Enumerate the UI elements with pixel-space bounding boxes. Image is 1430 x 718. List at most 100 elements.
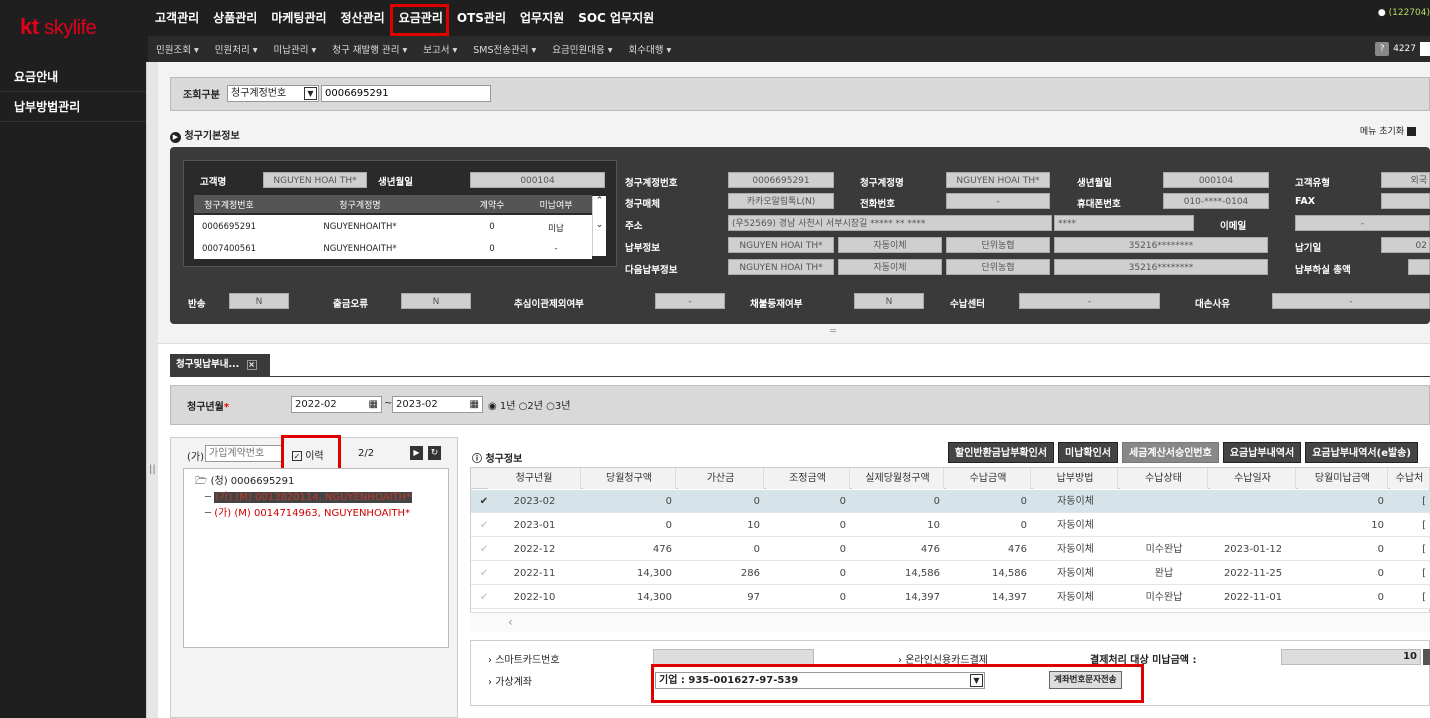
pay-account: 35216******** xyxy=(1054,237,1268,253)
search-type-select[interactable]: 청구계정번호 ▼ xyxy=(227,85,319,102)
calendar-icon[interactable]: ▦ xyxy=(369,397,378,412)
tab-label: 청구및납부내... xyxy=(176,359,240,370)
calendar-icon[interactable]: ▦ xyxy=(470,397,479,412)
refresh-icon[interactable]: ↻ xyxy=(428,446,441,460)
account-table-cell[interactable]: 0 xyxy=(462,222,522,232)
menu-work-support[interactable]: 업무지원 xyxy=(513,0,571,36)
grid-hscrollbar[interactable]: ‹ xyxy=(470,612,1430,632)
pay-target-value: 10 xyxy=(1281,649,1421,665)
collapse-handle-icon[interactable]: ═ xyxy=(830,326,836,337)
radio-1year[interactable]: ◉ 1년 xyxy=(488,401,515,412)
radio-2year[interactable]: ○2년 xyxy=(519,401,543,412)
smartcard-input[interactable] xyxy=(653,649,814,665)
table-cell: 2022-11 xyxy=(513,568,556,579)
sidebar-splitter[interactable]: || xyxy=(146,62,158,718)
menu-ots[interactable]: OTS관리 xyxy=(450,0,513,36)
next-page-icon[interactable]: ▶ xyxy=(410,446,423,460)
table-cell: 0 xyxy=(1020,496,1027,507)
grid-header-cell[interactable]: 납부방법 xyxy=(1033,468,1118,489)
submenu-complaint-process[interactable]: 민원처리 ▾ xyxy=(207,42,266,56)
unpaid-confirm-button[interactable]: 미납확인서 xyxy=(1058,442,1118,463)
user-info[interactable]: ● (122704) xyxy=(1378,8,1430,18)
payment-history-email-button[interactable]: 요금납부내역서(e발송) xyxy=(1305,442,1418,463)
menu-product[interactable]: 상품관리 xyxy=(206,0,264,36)
grid-header-cell[interactable]: 수납상태 xyxy=(1120,468,1208,489)
menu-customer[interactable]: 고객관리 xyxy=(148,0,206,36)
radio-3year[interactable]: ○3년 xyxy=(546,401,570,412)
submenu-sms[interactable]: SMS전송관리 ▾ xyxy=(465,42,544,56)
brand-logo[interactable]: kt skylife xyxy=(20,14,97,40)
menu-reset-checkbox[interactable] xyxy=(1407,127,1416,136)
menu-reset[interactable]: 메뉴 초기화 xyxy=(1360,124,1416,137)
submenu-reissue[interactable]: 청구 재발행 관리 ▾ xyxy=(324,42,415,56)
close-icon[interactable]: × xyxy=(246,360,257,370)
table-cell: 자동이체 xyxy=(1057,496,1094,507)
account-table-cell[interactable]: - xyxy=(526,244,586,254)
user-id: (122704) xyxy=(1388,8,1430,18)
withdraw-err-value: N xyxy=(401,293,471,309)
grid-title: ⓘ 청구정보 xyxy=(472,450,522,465)
grid-header-cell[interactable]: 청구년월 xyxy=(488,468,581,489)
grid-header-cell[interactable]: 조정금액 xyxy=(766,468,850,489)
grid-header-cell[interactable]: 수납일자 xyxy=(1210,468,1296,489)
acct-name-label: 청구계정명 xyxy=(860,178,904,189)
tree-item[interactable]: ─ (가) (M) 0013820114, NGUYENHOAITH* xyxy=(205,488,413,503)
submenu-unpaid[interactable]: 미납관리 ▾ xyxy=(266,42,325,56)
required-mark: * xyxy=(223,402,230,413)
tab-billing-payment[interactable]: 청구및납부내... × xyxy=(170,354,270,376)
submenu-collection[interactable]: 회수대행 ▾ xyxy=(621,42,680,56)
dormant-value: - xyxy=(655,293,725,309)
grid-header-cell[interactable]: 실제당월청구액 xyxy=(852,468,944,489)
grid-header-cell[interactable]: 당월미납금액 xyxy=(1298,468,1388,489)
menu-settlement[interactable]: 정산관리 xyxy=(334,0,392,36)
tree-item[interactable]: ─ (가) (M) 0014714963, NGUYENHOAITH* xyxy=(205,504,410,519)
tax-invoice-button[interactable]: 세금계산서승인번호 xyxy=(1122,442,1219,463)
extra-field[interactable] xyxy=(1420,42,1430,56)
account-table-cell[interactable]: NGUYENHOAITH* xyxy=(300,222,420,232)
help-icon[interactable]: ? xyxy=(1375,42,1390,56)
account-table-cell[interactable]: 0 xyxy=(462,244,522,254)
discount-refund-button[interactable]: 할인반환금납부확인서 xyxy=(948,442,1054,463)
menu-soc-support[interactable]: SOC 업무지원 xyxy=(571,0,661,36)
period-from-input[interactable]: 2022-02 ▦ xyxy=(291,396,382,413)
account-table-cell[interactable]: 미납 xyxy=(526,222,586,234)
search-value-input[interactable] xyxy=(321,85,491,102)
submenu-fee-complaint[interactable]: 요금민원대응 ▾ xyxy=(544,42,620,56)
table-cell: 2023-01-12 xyxy=(1223,544,1283,555)
chevron-up-icon[interactable]: ⌃ xyxy=(593,196,606,206)
highlight-billing-menu xyxy=(390,4,449,36)
grid-buttons: 할인반환금납부확인서 미납확인서 세금계산서승인번호 요금납부내역서 요금납부내… xyxy=(948,442,1418,463)
grid-header-cell[interactable]: 수납처 xyxy=(1390,468,1430,489)
total-label: 납부하실 총액 xyxy=(1295,265,1351,276)
grid-header-cell[interactable]: 수납금액 xyxy=(946,468,1031,489)
contract-number-input[interactable] xyxy=(205,445,282,462)
pay-target-button[interactable] xyxy=(1423,649,1430,665)
payment-history-button[interactable]: 요금납부내역서 xyxy=(1222,442,1302,463)
sidebar-item-fee-info[interactable]: 요금안내 xyxy=(0,62,146,92)
due-label: 납기일 xyxy=(1295,243,1322,254)
next-pay-name: NGUYEN HOAI TH* xyxy=(728,259,834,275)
menu-marketing[interactable]: 마케팅관리 xyxy=(264,0,333,36)
submenu-report[interactable]: 보고서 ▾ xyxy=(415,42,465,56)
chevron-down-icon[interactable]: ⌄ xyxy=(593,220,606,230)
grid-header-cell[interactable]: 가산금 xyxy=(678,468,764,489)
chevron-left-icon[interactable]: ‹ xyxy=(508,615,513,629)
basic-info-title-text: 청구기본정보 xyxy=(184,131,240,142)
return-value: N xyxy=(229,293,289,309)
account-table-cell[interactable]: 0007400561 xyxy=(194,244,264,254)
sidebar-item-payment-method[interactable]: 납부방법관리 xyxy=(0,92,146,122)
addr-value: (우52569) 경남 사천시 서부시장길 ***** ** **** xyxy=(728,215,1052,231)
period-to-input[interactable]: 2023-02 ▦ xyxy=(392,396,483,413)
table-cell: 미수완납 xyxy=(1145,592,1183,603)
account-table-cell[interactable]: NGUYENHOAITH* xyxy=(300,244,420,254)
account-table-cell[interactable]: 0006695291 xyxy=(194,222,264,232)
cust-type-value: 외국 xyxy=(1381,172,1430,188)
submenu-complaint-view[interactable]: 민원조회 ▾ xyxy=(148,42,207,56)
smartcard-label: › 스마트카드번호 xyxy=(488,655,560,666)
highlight-history xyxy=(281,435,341,471)
account-table-scrollbar[interactable]: ⌃ ⌄ xyxy=(592,196,606,256)
table-cell xyxy=(1120,514,1208,537)
grid-header-cell[interactable]: 당월청구액 xyxy=(583,468,676,489)
table-cell: 14,586 xyxy=(905,568,940,579)
center-label: 수납센터 xyxy=(950,299,985,310)
